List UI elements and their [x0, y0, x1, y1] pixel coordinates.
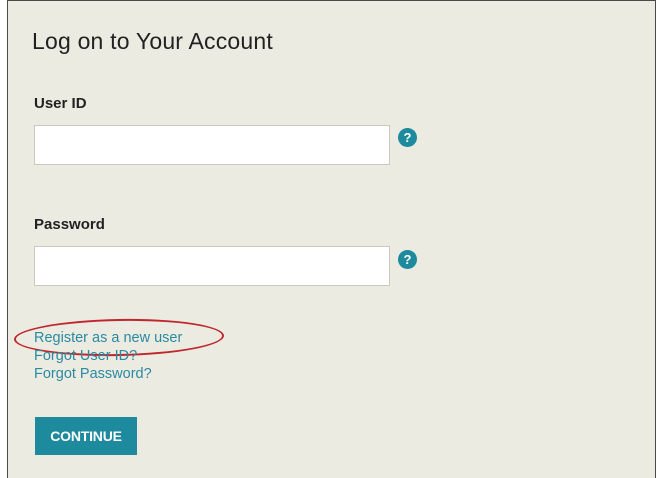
help-question-icon[interactable]: ? [398, 128, 417, 147]
logon-panel: Log on to Your Account User ID ? Passwor… [7, 0, 656, 478]
account-links: Register as a new user Forgot User ID? F… [34, 329, 182, 383]
userid-field[interactable] [34, 125, 390, 165]
help-question-icon[interactable]: ? [398, 250, 417, 269]
register-link[interactable]: Register as a new user [34, 329, 182, 347]
continue-button[interactable]: CONTINUE [35, 417, 137, 455]
password-label: Password [34, 216, 105, 233]
forgot-password-link[interactable]: Forgot Password? [34, 365, 182, 383]
forgot-userid-link[interactable]: Forgot User ID? [34, 347, 182, 365]
page-title: Log on to Your Account [32, 28, 273, 54]
password-field[interactable] [34, 246, 390, 286]
userid-label: User ID [34, 95, 87, 112]
